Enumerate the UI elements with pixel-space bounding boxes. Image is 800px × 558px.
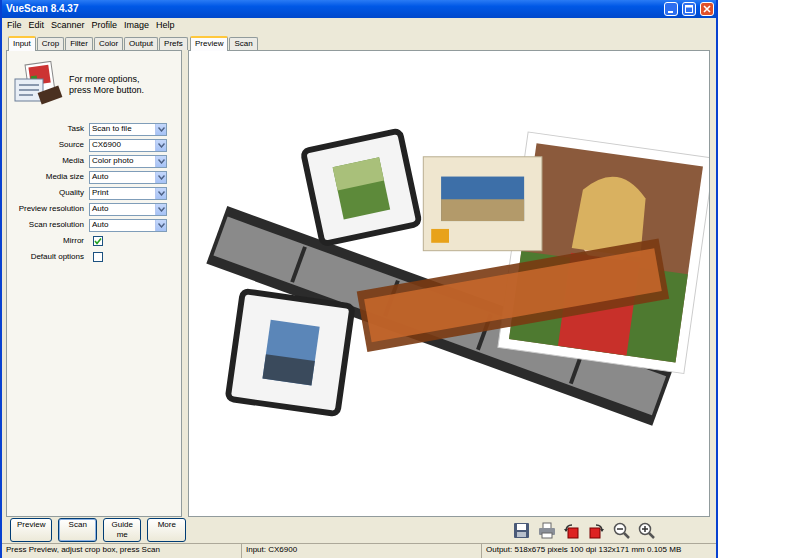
view-tabs: PreviewScan [188,36,710,50]
hint-line: press More button. [69,85,144,96]
setting-label: Media size [7,172,89,182]
setting-label: Scan resolution [7,220,89,230]
dropdown-arrow-icon[interactable] [155,220,166,231]
print-icon[interactable] [537,521,556,540]
setting-row: Scan resolutionAuto [7,219,181,232]
setting-dropdown[interactable]: Scan to file [89,123,167,136]
photo-film-icon [13,61,63,109]
hint-text: For more options,press More button. [69,74,144,96]
preview-image [189,51,709,516]
setting-dropdown[interactable]: Print [89,187,167,200]
action-button[interactable]: Preview [10,518,52,541]
setting-dropdown[interactable]: Auto [89,171,167,184]
settings-form: TaskScan to fileSourceCX6900MediaColor p… [7,113,181,264]
setting-dropdown[interactable]: CX6900 [89,139,167,152]
menu-item[interactable]: Image [124,20,149,31]
rotate-left-icon[interactable] [562,521,581,540]
zoom-out-icon[interactable] [612,521,631,540]
dropdown-value: Auto [90,220,155,230]
dropdown-value: Color photo [90,156,155,166]
dropdown-arrow-icon[interactable] [155,156,166,167]
setting-dropdown[interactable]: Auto [89,219,167,232]
dropdown-value: Auto [90,172,155,182]
dropdown-value: CX6900 [90,140,155,150]
save-icon[interactable] [512,521,531,540]
setting-row: QualityPrint [7,187,181,200]
menu-item[interactable]: Scanner [51,20,85,31]
setting-row: MediaColor photo [7,155,181,168]
tab[interactable]: Preview [190,36,228,51]
dropdown-arrow-icon[interactable] [155,204,166,215]
setting-label: Task [7,124,89,134]
setting-label: Default options [7,252,89,262]
menu-bar: File Edit Scanner Profile Image Help [2,18,716,33]
tab[interactable]: Crop [37,37,64,50]
dropdown-value: Print [90,188,155,198]
tab[interactable]: Output [124,37,158,50]
tab[interactable]: Filter [65,37,93,50]
dropdown-arrow-icon[interactable] [155,140,166,151]
action-button[interactable]: Scan [58,518,97,541]
tab[interactable]: Prefs [159,37,188,50]
status-section: Output: 518x675 pixels 100 dpi 132x171 m… [482,544,716,558]
setting-label: Source [7,140,89,150]
minimize-icon[interactable] [664,2,678,16]
status-bar: Press Preview, adjust crop box, press Sc… [2,543,716,558]
menu-item[interactable]: Profile [92,20,118,31]
dropdown-value: Scan to file [90,124,155,134]
dropdown-value: Auto [90,204,155,214]
setting-row: SourceCX6900 [7,139,181,152]
maximize-icon[interactable] [682,2,696,16]
title-bar: VueScan 8.4.37 [2,0,716,18]
close-icon[interactable] [700,2,714,16]
setting-row: Preview resolutionAuto [7,203,181,216]
setting-checkbox[interactable] [93,236,103,246]
dropdown-arrow-icon[interactable] [155,188,166,199]
status-section: Press Preview, adjust crop box, press Sc… [2,544,242,558]
status-section: Input: CX6900 [242,544,482,558]
setting-label: Mirror [7,236,89,246]
setting-label: Preview resolution [7,204,89,214]
toolbar [512,521,710,540]
app-window: VueScan 8.4.37 File Edit Scanner Profile Ima… [0,0,718,558]
setting-dropdown[interactable]: Color photo [89,155,167,168]
tab[interactable]: Scan [229,37,257,50]
action-buttons: Preview Scan Guide meMore [8,518,186,541]
dropdown-arrow-icon[interactable] [155,124,166,135]
setting-row: Media sizeAuto [7,171,181,184]
setting-dropdown[interactable]: Auto [89,203,167,216]
window-title: VueScan 8.4.37 [6,3,660,15]
zoom-in-icon[interactable] [637,521,656,540]
menu-item[interactable]: File [7,20,22,31]
tab[interactable]: Color [94,37,123,50]
setting-row: TaskScan to file [7,123,181,136]
hint-line: For more options, [69,74,144,85]
settings-tabs: InputCropFilterColorOutputPrefs [6,36,182,50]
settings-panel: InputCropFilterColorOutputPrefs For more… [6,36,182,517]
setting-checkbox[interactable] [93,252,103,262]
menu-item[interactable]: Help [156,20,175,31]
setting-row: Default options [7,251,181,264]
rotate-right-icon[interactable] [587,521,606,540]
setting-label: Quality [7,188,89,198]
action-button[interactable]: Guide me [103,518,142,541]
dropdown-arrow-icon[interactable] [155,172,166,183]
setting-label: Media [7,156,89,166]
tab[interactable]: Input [8,36,36,51]
action-button[interactable]: More [147,518,186,541]
setting-row: Mirror [7,235,181,248]
menu-item[interactable]: Edit [29,20,45,31]
preview-canvas[interactable] [188,50,710,517]
